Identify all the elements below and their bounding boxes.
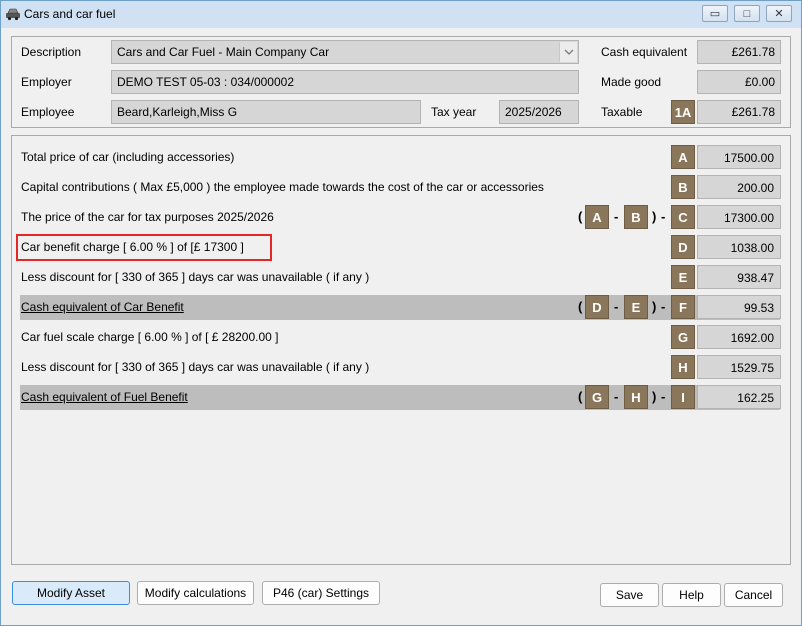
row-a-badge: A (671, 145, 695, 169)
formula-badge-e: E (624, 295, 648, 319)
employer-field: DEMO TEST 05-03 : 034/000002 (111, 70, 579, 94)
row-c-badge: C (671, 205, 695, 229)
close-icon: ✕ (774, 8, 784, 20)
formula-badge-d: D (585, 295, 609, 319)
row-b-label: Capital contributions ( Max £5,000 ) the… (21, 180, 544, 194)
formula-minus: - (614, 299, 619, 314)
formula-open: ( (578, 299, 583, 314)
row-d-badge: D (671, 235, 695, 259)
maximize-icon: □ (743, 7, 751, 20)
formula-minus-2: - (661, 209, 666, 224)
made-good-label: Made good (601, 75, 662, 89)
formula-minus-2: - (661, 389, 666, 404)
row-e-badge: E (671, 265, 695, 289)
formula-badge-a: A (585, 205, 609, 229)
formula-minus: - (614, 389, 619, 404)
row-a-label: Total price of car (including accessorie… (21, 150, 235, 164)
row-c-value: 17300.00 (697, 205, 781, 229)
made-good-value: £0.00 (744, 75, 775, 89)
formula-open: ( (578, 389, 583, 404)
employee-label: Employee (21, 105, 75, 119)
row-a-value: 17500.00 (697, 145, 781, 169)
employer-value: DEMO TEST 05-03 : 034/000002 (117, 75, 294, 89)
row-d-value: 1038.00 (697, 235, 781, 259)
formula-open: ( (578, 209, 583, 224)
formula-minus: - (614, 209, 619, 224)
row-e-label: Less discount for [ 330 of 365 ] days ca… (21, 270, 370, 284)
maximize-button[interactable]: □ (734, 5, 760, 22)
formula-close: ) (652, 209, 657, 224)
row-b-value: 200.00 (697, 175, 781, 199)
description-value: Cars and Car Fuel - Main Company Car (117, 45, 330, 59)
formula-close: ) (652, 299, 657, 314)
help-button[interactable]: Help (662, 583, 721, 607)
formula-badge-g: G (585, 385, 609, 409)
cars-and-car-fuel-window: Cars and car fuel ▭ □ ✕ Description Cars… (0, 0, 802, 626)
chevron-down-icon[interactable] (559, 42, 577, 62)
made-good-field: £0.00 (697, 70, 781, 94)
modify-calculations-button[interactable]: Modify calculations (137, 581, 254, 605)
row-f-value: 99.53 (697, 295, 781, 319)
window-title: Cars and car fuel (24, 7, 116, 21)
car-icon (5, 7, 21, 21)
description-label: Description (21, 45, 82, 59)
row-i-badge: I (671, 385, 695, 409)
minimize-icon: ▭ (709, 8, 721, 20)
formula-badge-h: H (624, 385, 648, 409)
employee-value: Beard,Karleigh,Miss G (117, 105, 238, 119)
row-i-label: Cash equivalent of Fuel Benefit (21, 390, 188, 404)
tax-year-label: Tax year (431, 105, 477, 119)
employee-field: Beard,Karleigh,Miss G (111, 100, 421, 124)
taxable-value: £261.78 (731, 105, 775, 119)
description-select[interactable]: Cars and Car Fuel - Main Company Car (111, 40, 579, 64)
row-c-label: The price of the car for tax purposes 20… (21, 210, 274, 224)
tax-year-field: 2025/2026 (499, 100, 579, 124)
cash-equivalent-label: Cash equivalent (601, 45, 688, 59)
row-g-value: 1692.00 (697, 325, 781, 349)
cash-equivalent-value: £261.78 (731, 45, 775, 59)
row-e-value: 938.47 (697, 265, 781, 289)
row-i-value: 162.25 (697, 385, 781, 409)
formula-minus-2: - (661, 299, 666, 314)
car-benefit-highlight (16, 234, 272, 261)
close-button[interactable]: ✕ (766, 5, 792, 22)
modify-asset-button[interactable]: Modify Asset (12, 581, 130, 605)
row-h-badge: H (671, 355, 695, 379)
p46-car-settings-button[interactable]: P46 (car) Settings (262, 581, 380, 605)
row-h-value: 1529.75 (697, 355, 781, 379)
row-h-label: Less discount for [ 330 of 365 ] days ca… (21, 360, 370, 374)
row-f-label: Cash equivalent of Car Benefit (21, 300, 184, 314)
formula-badge-b: B (624, 205, 648, 229)
formula-close: ) (652, 389, 657, 404)
taxable-field: £261.78 (697, 100, 781, 124)
row-g-label: Car fuel scale charge [ 6.00 % ] of [ £ … (21, 330, 279, 344)
employer-label: Employer (21, 75, 72, 89)
row-b-badge: B (671, 175, 695, 199)
taxable-badge: 1A (671, 100, 695, 124)
cancel-button[interactable]: Cancel (724, 583, 783, 607)
row-f-badge: F (671, 295, 695, 319)
tax-year-value: 2025/2026 (505, 105, 562, 119)
row-g-badge: G (671, 325, 695, 349)
minimize-button[interactable]: ▭ (702, 5, 728, 22)
calculation-panel (11, 135, 791, 565)
cash-equivalent-field: £261.78 (697, 40, 781, 64)
save-button[interactable]: Save (600, 583, 659, 607)
taxable-label: Taxable (601, 105, 643, 119)
title-bar: Cars and car fuel ▭ □ ✕ (1, 1, 801, 28)
